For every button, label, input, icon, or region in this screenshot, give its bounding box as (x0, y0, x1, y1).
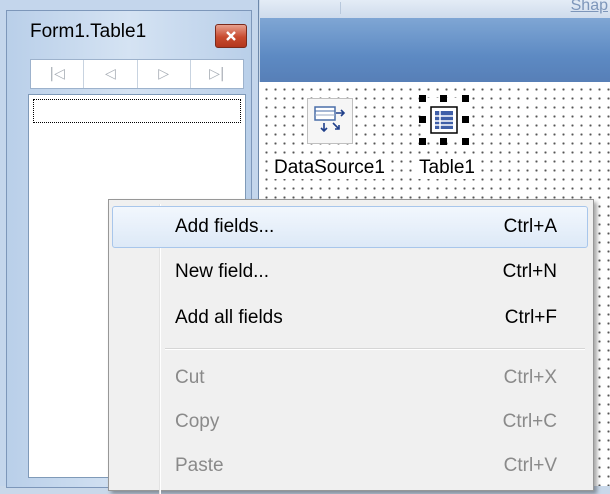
selection-handle[interactable] (440, 138, 447, 145)
designer-tab-strip: Shap (260, 0, 610, 19)
menu-item-add-fields[interactable]: Add fields... Ctrl+A (112, 206, 588, 248)
menu-item-label: Add all fields (175, 307, 283, 328)
next-record-icon: ▷ (158, 66, 170, 82)
prior-record-button[interactable]: ◁ (84, 60, 138, 88)
menu-item-shortcut: Ctrl+V (503, 455, 557, 476)
close-button[interactable] (215, 24, 247, 48)
menu-item-label: Add fields... (175, 216, 275, 237)
context-menu: Add fields... Ctrl+A New field... Ctrl+N… (108, 199, 594, 494)
selection-handle[interactable] (462, 95, 469, 102)
close-icon (226, 31, 236, 41)
menu-item-label: Copy (175, 411, 220, 432)
datasource-icon (314, 106, 346, 133)
first-record-icon: |◁ (49, 66, 65, 82)
prior-record-icon: ◁ (104, 66, 116, 82)
menu-item-label: Cut (175, 367, 205, 388)
selection-handle[interactable] (440, 95, 447, 102)
menu-item-shortcut: Ctrl+C (502, 411, 557, 432)
last-record-button[interactable]: ▷| (191, 60, 243, 88)
menu-item-shortcut: Ctrl+X (503, 367, 557, 388)
record-navigator: |◁ ◁ ▷ ▷| (30, 59, 244, 89)
menu-item-cut[interactable]: Cut Ctrl+X (113, 358, 587, 398)
menu-item-shortcut: Ctrl+A (503, 216, 557, 237)
selection-handle[interactable] (462, 138, 469, 145)
selection-handle[interactable] (462, 116, 469, 123)
table-label: Table1 (417, 157, 477, 179)
tab-label-fragment[interactable]: Shap (571, 0, 608, 15)
last-record-icon: ▷| (209, 66, 225, 82)
grid-focus-row[interactable] (33, 99, 241, 123)
menu-item-shortcut: Ctrl+N (502, 261, 557, 282)
menu-item-paste[interactable]: Paste Ctrl+V (113, 446, 587, 486)
menu-item-shortcut: Ctrl+F (504, 307, 557, 328)
tab-separator (340, 2, 341, 14)
designer-toolbar-band (260, 18, 610, 82)
selection-handle[interactable] (419, 95, 426, 102)
first-record-button[interactable]: |◁ (31, 60, 85, 88)
window-title: Form1.Table1 (30, 21, 147, 42)
datasource-component[interactable] (307, 98, 353, 144)
menu-item-label: Paste (175, 455, 224, 476)
next-record-button[interactable]: ▷ (138, 60, 191, 88)
menu-item-new-field[interactable]: New field... Ctrl+N (113, 252, 587, 292)
table-icon (430, 106, 458, 134)
selection-handle[interactable] (419, 138, 426, 145)
menu-item-copy[interactable]: Copy Ctrl+C (113, 402, 587, 442)
menu-separator (165, 348, 585, 350)
menu-item-add-all-fields[interactable]: Add all fields Ctrl+F (113, 298, 587, 338)
selection-handle[interactable] (419, 116, 426, 123)
table-component[interactable] (419, 95, 469, 145)
menu-item-label: New field... (175, 261, 269, 282)
datasource-label: DataSource1 (272, 157, 387, 179)
